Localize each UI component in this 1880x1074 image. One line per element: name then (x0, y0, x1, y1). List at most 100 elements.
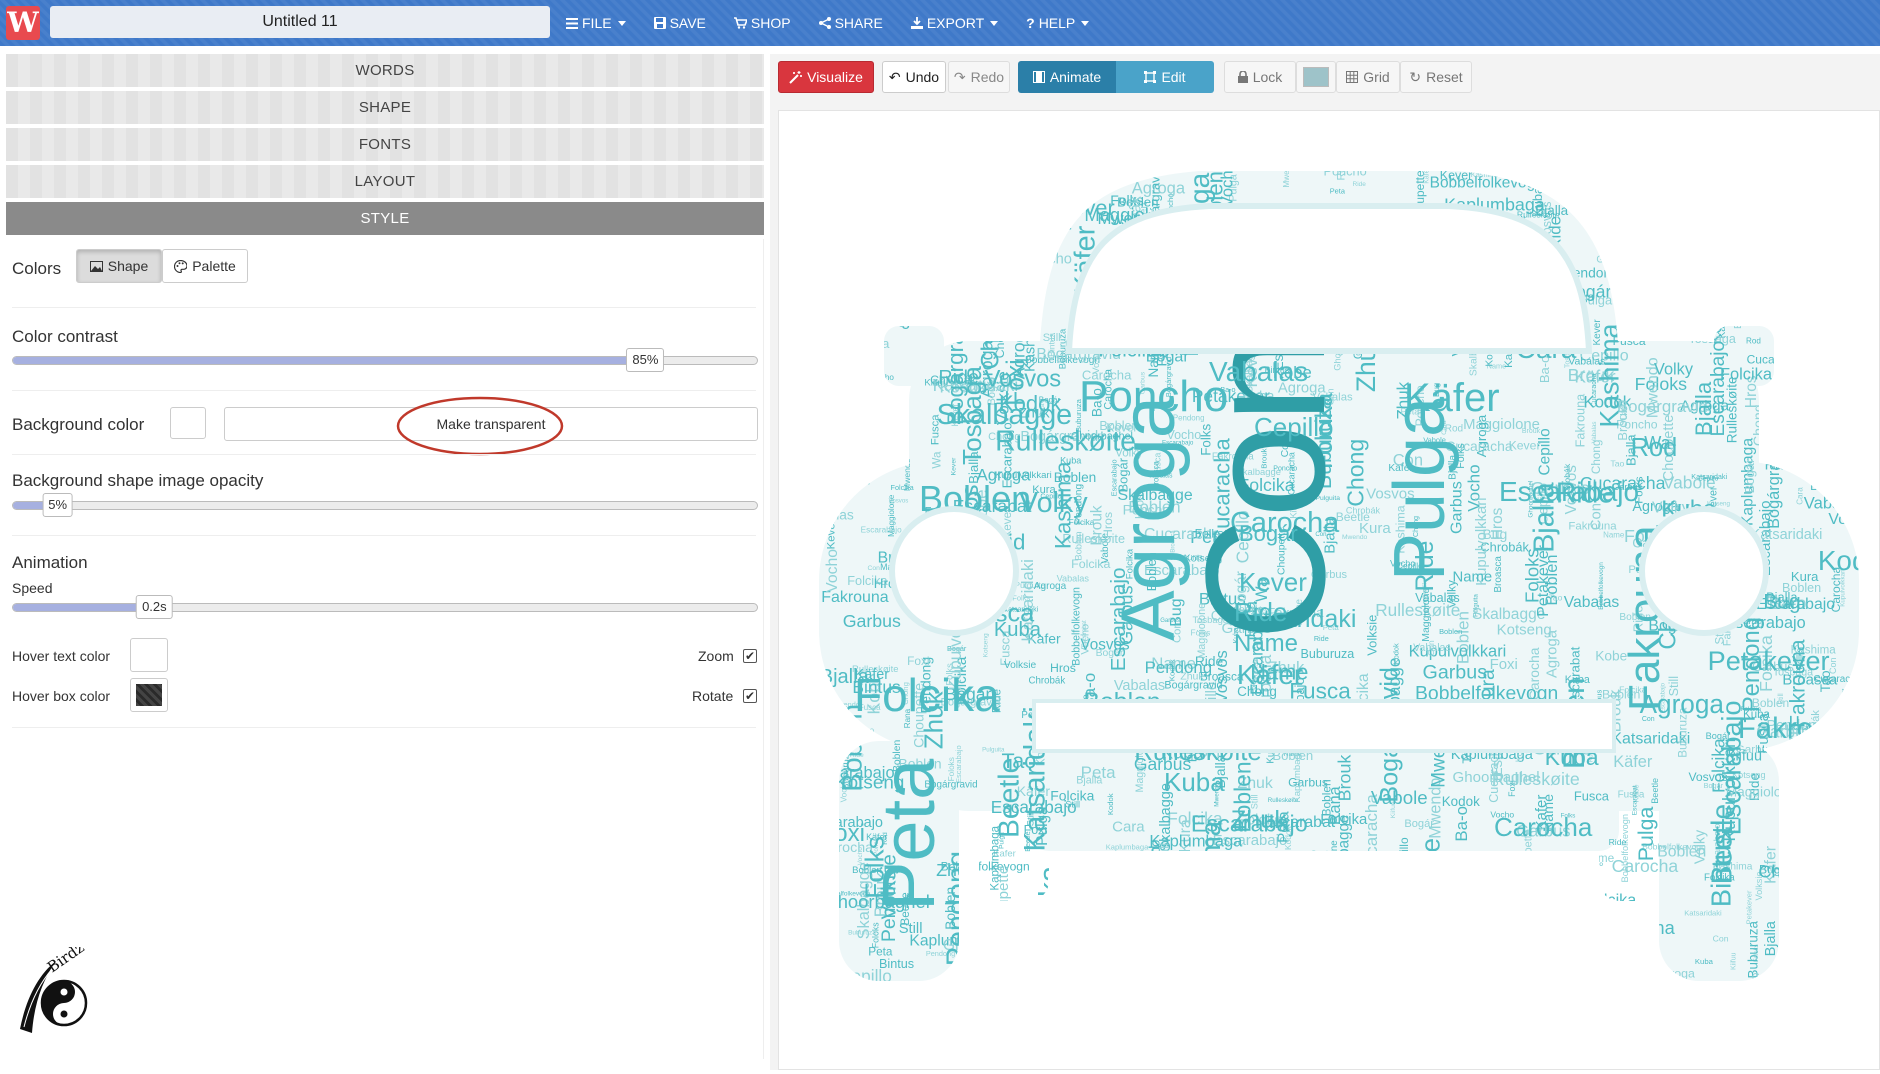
grid-button[interactable]: Grid (1336, 61, 1400, 93)
cloud-word: Ba-o (1452, 806, 1471, 842)
menu-shop[interactable]: SHOP (733, 15, 791, 31)
cloud-word: Kafer (1767, 159, 1791, 170)
cloud-word: Vocho (871, 373, 894, 382)
cloud-word: Bjalla (1076, 774, 1102, 786)
cloud-word: Rod (1600, 977, 1618, 988)
cloud-word: Käfer (960, 231, 969, 251)
cloud-word: Bug (1763, 591, 1800, 614)
cloud-word: Brouk (1096, 909, 1113, 949)
cloud-word: Boblen (1846, 473, 1862, 518)
slider-thumb[interactable]: 5% (42, 493, 74, 517)
zoom-checkbox[interactable]: ✔ (743, 649, 757, 663)
cloud-word: Cara (1112, 818, 1145, 835)
cloud-word: Rana (828, 190, 864, 206)
cloud-word: Petakever (913, 249, 978, 265)
colors-palette-button[interactable]: Palette (162, 249, 248, 283)
document-title[interactable]: Untitled 11 (50, 6, 550, 38)
cloud-word: Fusca (1664, 232, 1675, 260)
visualize-button[interactable]: Visualize (778, 61, 874, 93)
cloud-word: Kever (888, 277, 905, 317)
cloud-word: Kiifuu (1793, 228, 1824, 242)
cloud-word: Garbus (1596, 254, 1629, 265)
edit-button[interactable]: Edit (1116, 61, 1214, 93)
cloud-word: Still (1778, 693, 1785, 705)
cloud-word: Name (1238, 877, 1256, 920)
slider-thumb[interactable]: 85% (626, 348, 665, 372)
section-fonts[interactable]: FONTS (6, 128, 764, 161)
cloud-word: Buburuza (1607, 174, 1643, 184)
cloud-word: Buburuza (848, 930, 876, 937)
background-color-swatch[interactable] (170, 407, 206, 439)
cloud-word: Cucaracha (1804, 456, 1879, 476)
cloud-word: Maggiolone (855, 281, 948, 301)
cloud-word: Ride (800, 200, 827, 215)
word-cloud-canvas[interactable]: FolksFakrounaMaggioloneCaraBoblenBugBroa… (778, 110, 1880, 1070)
chevron-down-icon (617, 20, 626, 26)
cloud-word: Buburuza (1300, 647, 1354, 661)
word-cloud-svg[interactable]: FolksFakrounaMaggioloneCaraBoblenBugBroa… (779, 111, 1879, 1069)
speed-slider[interactable]: 0.2s (12, 595, 758, 619)
menu-share[interactable]: SHARE (818, 15, 883, 31)
cloud-word: Boblen (1569, 901, 1620, 919)
bg-opacity-slider[interactable]: 5% (12, 493, 758, 517)
color-swatch-button[interactable] (1296, 61, 1336, 93)
menu-help[interactable]: ? HELP (1026, 15, 1090, 31)
cloud-word: Mwendo (980, 237, 991, 275)
hover-box-color-swatch[interactable] (130, 678, 168, 712)
cloud-word: Ghoorbaghel (1453, 769, 1540, 786)
cloud-word: Foloks (1356, 928, 1408, 948)
undo-button[interactable]: ↶ Undo (882, 61, 946, 93)
cloud-word: Foloks (1521, 548, 1542, 603)
cloud-word: Agroga (1034, 581, 1067, 592)
colors-shape-button[interactable]: Shape (76, 249, 162, 283)
cloud-word: Kobe (1299, 144, 1309, 165)
cloud-word: Zhuk (1114, 906, 1129, 913)
cloud-word: Käfer (812, 867, 823, 892)
cloud-word: Bobbelfolkevogn (1271, 868, 1287, 973)
cloud-word: Vabalas (972, 240, 1012, 252)
reset-button[interactable]: ↻ Reset (1400, 61, 1472, 93)
cloud-word: Ba-o (1015, 961, 1044, 976)
cloud-word: Volksie (864, 169, 892, 179)
color-contrast-slider[interactable]: 85% (12, 348, 758, 372)
section-words[interactable]: WORDS (6, 54, 764, 87)
lock-button[interactable]: Lock (1224, 61, 1296, 93)
cloud-word: Carocha (1494, 812, 1593, 842)
cloud-word: Buburuza (1745, 920, 1760, 978)
cloud-word: Bogárgravid (791, 724, 809, 812)
section-style[interactable]: STYLE (6, 202, 764, 235)
cloud-word: Poncho (810, 433, 842, 444)
cloud-word: Boblen (1263, 928, 1272, 954)
section-shape[interactable]: SHAPE (6, 91, 764, 124)
cloud-word: Garbus (1005, 200, 1055, 217)
menu-file[interactable]: FILE (566, 15, 626, 31)
app-logo[interactable]: W (6, 6, 40, 40)
slider-thumb[interactable]: 0.2s (136, 595, 173, 619)
rotate-checkbox[interactable]: ✔ (743, 689, 757, 703)
cloud-word: Pendong (1738, 617, 1765, 712)
cloud-word: Rod (1047, 896, 1067, 928)
menu-save[interactable]: SAVE (653, 15, 706, 31)
cloud-word: Name (1804, 886, 1830, 897)
cloud-word: Pulguita (1493, 876, 1594, 907)
cloud-word: Rod (1631, 434, 1678, 462)
cloud-word: Folcika (1034, 865, 1067, 959)
cloud-word: Kafer (1829, 865, 1853, 876)
animate-button[interactable]: Animate (1018, 61, 1116, 93)
animate-label: Animate (1049, 69, 1102, 85)
cloud-word: Bogárgravid (1147, 845, 1164, 931)
cloud-word: Cara (1003, 213, 1034, 229)
cloud-word: Broasca (1437, 928, 1546, 961)
cloud-word: Cucaracha (1829, 738, 1869, 747)
cloud-word: Kura (797, 334, 813, 365)
cloud-word: Tosbaga (1097, 954, 1161, 973)
cloud-word: Kobe (1809, 817, 1819, 837)
menu-export[interactable]: EXPORT (910, 15, 999, 31)
section-layout[interactable]: LAYOUT (6, 165, 764, 198)
colors-label: Colors (12, 259, 62, 278)
checkmark-icon: ✔ (744, 649, 756, 663)
lock-label: Lock (1252, 69, 1283, 85)
redo-button[interactable]: ↷ Redo (948, 61, 1010, 93)
hover-text-color-swatch[interactable] (130, 638, 168, 672)
hover-box-color-label: Hover box color (12, 688, 111, 704)
